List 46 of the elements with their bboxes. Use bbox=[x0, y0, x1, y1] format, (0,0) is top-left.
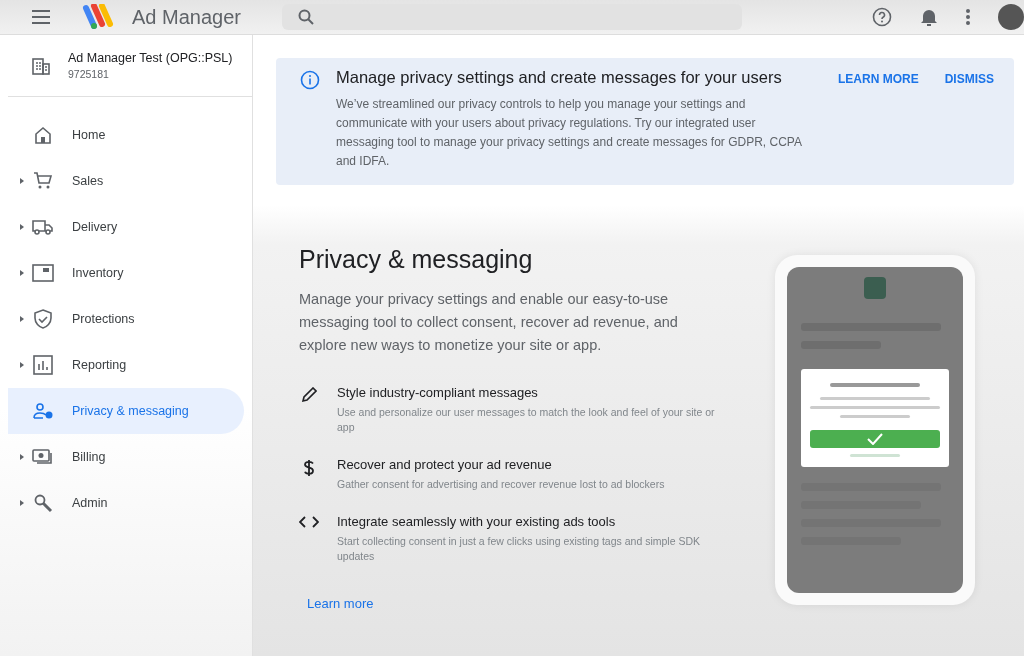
search-field[interactable] bbox=[282, 4, 742, 30]
window-icon bbox=[32, 264, 54, 282]
nav-item[interactable]: Sales bbox=[8, 158, 244, 204]
building-icon bbox=[32, 56, 50, 75]
home-icon bbox=[32, 125, 54, 145]
nav-item[interactable]: Reporting bbox=[8, 342, 244, 388]
nav-item[interactable]: Home bbox=[8, 112, 244, 158]
feature-text: Use and personalize our user messages to match the look and feel of your site or app bbox=[337, 405, 716, 435]
person-icon bbox=[32, 402, 54, 420]
nav-item[interactable]: Privacy & messaging bbox=[8, 388, 244, 434]
nav-item[interactable]: Inventory bbox=[8, 250, 244, 296]
page-title: Privacy & messaging bbox=[299, 245, 534, 274]
truck-icon bbox=[32, 218, 54, 236]
feature-text: Gather consent for advertising and recover revenue lost to ad blockers bbox=[337, 477, 666, 492]
app-title: Ad Manager bbox=[132, 5, 242, 29]
info-icon bbox=[300, 70, 320, 90]
feature-title: Integrate seamlessly with your existing ads tools bbox=[337, 514, 617, 529]
banner-title: Manage privacy settings and create messages for your users bbox=[336, 68, 783, 87]
nav-item[interactable]: Delivery bbox=[8, 204, 244, 250]
menu-icon[interactable] bbox=[32, 10, 50, 24]
banner-text: We’ve streamlined our privacy controls to help you manage your settings and communicate with your users about privacy regulations. Try our integrated user messaging tool to manage your privacy settings and create messages for GDPR, CCPA and IDFA. bbox=[336, 96, 802, 170]
banner-action-button[interactable]: LEARN MORE bbox=[832, 68, 925, 90]
nav-item[interactable]: Admin bbox=[8, 480, 244, 526]
bar-chart-icon bbox=[32, 355, 54, 375]
pencil-icon bbox=[301, 387, 317, 403]
account-name: Ad Manager Test (OPG::PSL) bbox=[68, 51, 233, 65]
code-icon bbox=[299, 516, 319, 528]
bell-icon[interactable] bbox=[920, 7, 938, 27]
account-id: 9725181 bbox=[68, 68, 110, 80]
nav-item[interactable]: Protections bbox=[8, 296, 244, 342]
feature-title: Recover and protect your ad revenue bbox=[337, 457, 553, 472]
money-icon bbox=[32, 448, 54, 466]
learn-more-link[interactable]: Learn more bbox=[307, 596, 374, 611]
shield-icon bbox=[32, 309, 54, 329]
logo-icon bbox=[80, 4, 114, 30]
banner-action-button[interactable]: DISMISS bbox=[938, 68, 1000, 90]
more-options-icon[interactable] bbox=[966, 9, 970, 25]
help-icon[interactable] bbox=[872, 7, 892, 27]
dollar-icon bbox=[303, 459, 315, 477]
nav-item[interactable]: Billing bbox=[8, 434, 244, 480]
page-description: Manage your privacy settings and enable our easy-to-use messaging tool to collect consent, recover ad revenue, and explore new ways to monetize your site or app. bbox=[299, 290, 679, 355]
avatar[interactable] bbox=[998, 4, 1024, 30]
feature-title: Style industry-compliant messages bbox=[337, 385, 539, 400]
cart-icon bbox=[32, 171, 54, 191]
feature-text: Start collecting consent in just a few clicks using existing tags and simple SDK updates bbox=[337, 534, 701, 564]
search-icon bbox=[298, 9, 314, 25]
